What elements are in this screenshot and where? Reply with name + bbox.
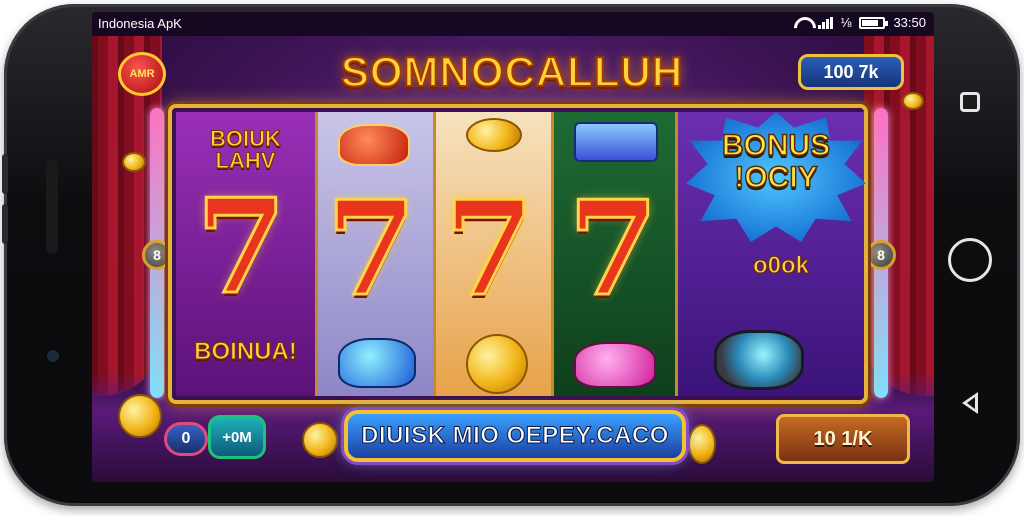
seven-symbol: 7 (442, 172, 535, 325)
coin-icon (688, 424, 716, 464)
pink-gem-icon (574, 342, 656, 388)
gold-coin-icon (466, 334, 528, 394)
lines-counter[interactable]: 0 (164, 422, 208, 456)
home-icon[interactable] (948, 238, 992, 282)
clock: 33:50 (893, 15, 926, 30)
front-camera (44, 347, 62, 365)
app-title: Indonesia ApK (98, 16, 182, 31)
ruby-gem-icon (338, 124, 410, 166)
menu-badge-button[interactable]: AMR (118, 52, 166, 96)
seven-symbol: 7 (324, 172, 417, 325)
bonus-value: o0ok (752, 252, 809, 280)
game-title: SOMNOCALLUH (340, 47, 684, 96)
silver-gem-icon (714, 330, 804, 390)
spin-label: DIUISK MIO OEPEY.CACO (361, 422, 669, 450)
reel1-bottom-label: BOINUA! (194, 338, 298, 366)
coin-stack-icon (466, 118, 522, 152)
spin-button[interactable]: DIUISK MIO OEPEY.CACO (344, 410, 686, 462)
reel-3: 7 (436, 112, 554, 396)
add-credit-button[interactable]: +0M (208, 415, 266, 459)
blue-gem-icon (338, 338, 416, 388)
right-lines-knob[interactable]: 8 (866, 240, 896, 270)
sapphire-bar-icon (574, 122, 658, 162)
game-screen: Indonesia ApK ⅛ 33:50 AMR SOMNOCALLUH 10… (92, 12, 934, 482)
back-icon[interactable] (962, 392, 978, 414)
status-bar: Indonesia ApK ⅛ 33:50 (92, 12, 934, 36)
battery-icon (859, 16, 889, 29)
balance-display[interactable]: 100 7k (798, 54, 904, 90)
reel-1: BOIUK LAHV 7 BOINUA! (176, 112, 318, 396)
bonus-label: BONUS !OCIY (721, 129, 831, 195)
reel1-top-label: BOIUK LAHV (210, 126, 282, 173)
coin-icon (902, 92, 924, 110)
system-nav-bar (940, 4, 1000, 516)
recents-icon[interactable] (960, 92, 980, 112)
coin-icon (302, 422, 338, 458)
battery-percent: ⅛ (840, 15, 852, 30)
wifi-icon (794, 17, 810, 29)
coin-icon (122, 152, 146, 172)
seven-symbol: 7 (194, 170, 287, 323)
signal-icon (817, 16, 833, 29)
earpiece-speaker (46, 159, 58, 254)
volume-up-button[interactable] (2, 154, 8, 194)
seven-symbol: 7 (566, 172, 659, 325)
reel-4: 7 (554, 112, 678, 396)
reel-2: 7 (318, 112, 436, 396)
volume-down-button[interactable] (2, 204, 8, 244)
bet-display[interactable]: 10 1/K (776, 414, 910, 464)
coin-icon (118, 394, 162, 438)
